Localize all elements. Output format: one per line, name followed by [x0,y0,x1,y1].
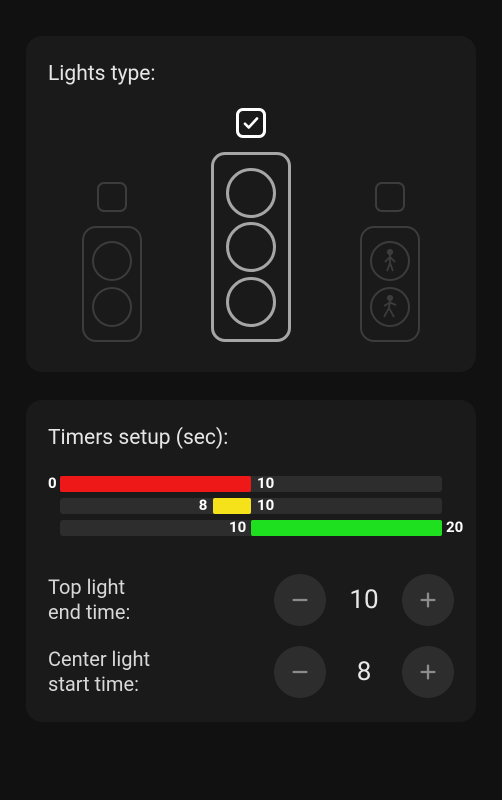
pedestrian-walk-icon [370,287,410,327]
light-circle [226,168,276,218]
light-circle [92,287,132,327]
traffic-light-two-icon [82,226,142,342]
stepper-value-top-end: 10 [344,585,384,615]
light-circle [226,222,276,272]
segment-red[interactable] [60,476,251,492]
checkbox-pedestrian[interactable] [375,182,405,212]
label-yellow-end: 10 [257,496,274,514]
stepper-top-end: 10 [274,574,454,626]
timers-timeline[interactable]: 0 10 8 10 10 20 [48,472,454,544]
timeline-track-yellow [60,498,442,514]
minus-icon [289,661,311,683]
check-icon [242,114,260,132]
stepper-row-top-end: Top light end time: 10 [48,574,454,626]
label-red-start: 0 [48,474,57,492]
light-circle [92,241,132,281]
light-option-three[interactable] [211,108,291,342]
stepper-label-center-start: Center light start time: [48,647,274,697]
plus-icon [417,661,439,683]
checkbox-three-light[interactable] [236,108,266,138]
traffic-light-three-icon [211,152,291,342]
minus-button-center-start[interactable] [274,646,326,698]
lights-type-card: Lights type: [26,36,476,372]
light-option-pedestrian[interactable] [360,182,420,342]
stepper-label-top-end: Top light end time: [48,575,274,625]
timers-card: Timers setup (sec): 0 10 8 10 10 20 Top … [26,400,476,722]
label-green-end: 20 [446,518,463,536]
stepper-value-center-start: 8 [344,657,384,687]
label-green-start: 10 [229,518,246,536]
light-option-two[interactable] [82,182,142,342]
segment-yellow[interactable] [213,498,251,514]
label-red-end: 10 [257,474,274,492]
segment-green[interactable] [251,520,442,536]
lights-type-title: Lights type: [48,62,454,86]
light-circle [226,277,276,327]
plus-icon [417,589,439,611]
stepper-row-center-start: Center light start time: 8 [48,646,454,698]
lights-type-row [48,108,454,342]
checkbox-two-light[interactable] [97,182,127,212]
label-yellow-start: 8 [199,496,208,514]
plus-button-top-end[interactable] [402,574,454,626]
traffic-light-pedestrian-icon [360,226,420,342]
timers-title: Timers setup (sec): [48,426,454,450]
plus-button-center-start[interactable] [402,646,454,698]
minus-icon [289,589,311,611]
minus-button-top-end[interactable] [274,574,326,626]
stepper-center-start: 8 [274,646,454,698]
pedestrian-stand-icon [370,241,410,281]
